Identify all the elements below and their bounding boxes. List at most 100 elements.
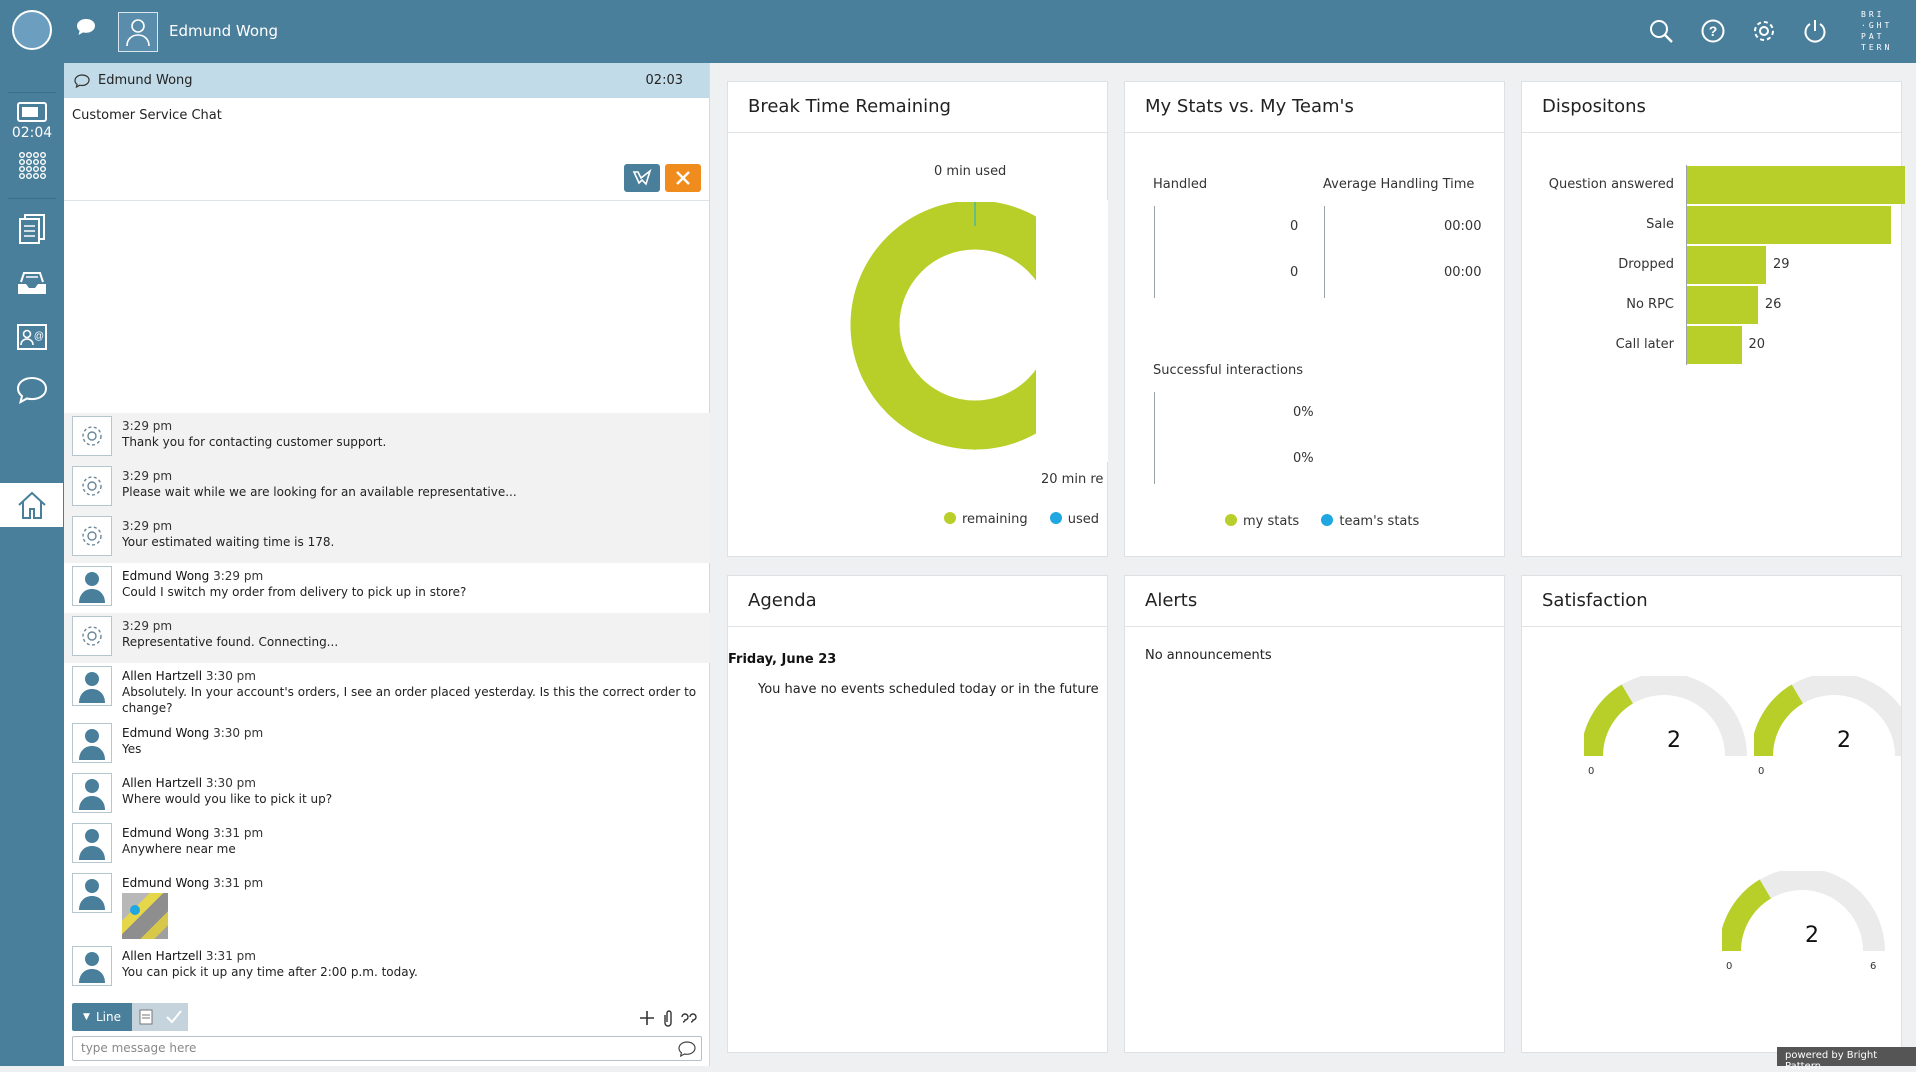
disposition-bar[interactable] bbox=[1687, 286, 1758, 324]
image-attachment-thumbnail[interactable] bbox=[122, 893, 168, 939]
screen-toggle-icon[interactable] bbox=[12, 92, 52, 132]
chat-interaction-panel: Edmund Wong 02:03 Customer Service Chat … bbox=[64, 63, 710, 1066]
top-bar: Edmund Wong ? BRI ·GHT PAT TERN bbox=[0, 0, 1916, 63]
legend-used: used bbox=[1067, 512, 1100, 527]
message-time: 3:29 pm bbox=[122, 619, 173, 633]
home-button[interactable] bbox=[0, 483, 63, 527]
message-body: Edmund Wong 3:31 pm bbox=[122, 873, 263, 939]
message-meta: 3:29 pm bbox=[122, 618, 338, 634]
agent-status-indicator[interactable] bbox=[12, 10, 52, 50]
agent-avatar bbox=[118, 12, 158, 52]
message-body: Allen Hartzell 3:30 pm Absolutely. In you… bbox=[122, 666, 702, 716]
power-icon[interactable] bbox=[1802, 18, 1828, 44]
message-time: 3:31 pm bbox=[213, 876, 264, 890]
transfer-button[interactable] bbox=[624, 164, 660, 192]
message-time: 3:29 pm bbox=[122, 419, 173, 433]
system-message: 3:29 pm Thank you for contacting customer… bbox=[64, 413, 710, 463]
dialpad-icon[interactable] bbox=[12, 145, 52, 185]
message-meta: Allen Hartzell 3:30 pm bbox=[122, 668, 702, 684]
powered-by-footer: powered by Bright Pattern bbox=[1777, 1047, 1916, 1072]
system-gear-icon bbox=[72, 616, 112, 656]
agenda-message: You have no events scheduled today or in… bbox=[758, 682, 1099, 697]
category-label: Dropped bbox=[1618, 257, 1674, 272]
message-time: 3:29 pm bbox=[213, 569, 264, 583]
settings-gear-icon[interactable] bbox=[1751, 18, 1777, 44]
message-meta: Allen Hartzell 3:30 pm bbox=[122, 775, 332, 791]
system-gear-icon bbox=[72, 416, 112, 456]
message-text: You can pick it up any time after 2:00 p… bbox=[122, 965, 418, 979]
message-input[interactable]: type message here bbox=[72, 1036, 702, 1061]
legend-remaining: remaining bbox=[962, 512, 1028, 527]
chat-header[interactable]: Edmund Wong 02:03 bbox=[64, 63, 709, 98]
close-icon bbox=[676, 171, 690, 185]
line-dropdown-button[interactable]: ▼ Line bbox=[72, 1003, 132, 1031]
rail-divider bbox=[8, 198, 56, 199]
help-icon[interactable]: ? bbox=[1700, 18, 1726, 44]
message-text: Representative found. Connecting... bbox=[122, 635, 339, 649]
message-author: Allen Hartzell bbox=[122, 949, 203, 963]
message-author: Edmund Wong bbox=[122, 876, 210, 890]
success-team-value: 0% bbox=[1293, 451, 1314, 466]
contact-directory-icon[interactable]: @ bbox=[12, 317, 52, 357]
message-body: 3:29 pm Thank you for contacting customer… bbox=[122, 416, 386, 459]
chat-subject-area: Customer Service Chat bbox=[64, 98, 709, 201]
message-body: Edmund Wong 3:29 pm Could I switch my ord… bbox=[122, 566, 466, 609]
documents-icon[interactable] bbox=[12, 209, 52, 249]
handled-team-value: 0 bbox=[1290, 265, 1299, 280]
complete-button[interactable] bbox=[160, 1003, 188, 1031]
bar-value-label: 26 bbox=[1764, 297, 1782, 312]
chat-toolbar: ▼ Line bbox=[72, 1003, 702, 1031]
legend-my-stats: my stats bbox=[1243, 514, 1300, 529]
message-meta: 3:29 pm bbox=[122, 418, 386, 434]
system-message: 3:29 pm Representative found. Connecting.… bbox=[64, 613, 710, 663]
gauge-min-label: 0 bbox=[1726, 961, 1733, 972]
gauge-fill bbox=[1718, 879, 1772, 952]
success-my-value: 0% bbox=[1293, 405, 1314, 420]
notes-button[interactable] bbox=[132, 1003, 160, 1031]
used-label: 0 min used bbox=[934, 164, 1007, 179]
disposition-bar[interactable] bbox=[1687, 206, 1892, 244]
legend-dot-team bbox=[1321, 514, 1334, 526]
chat-message: Allen Hartzell 3:30 pm Absolutely. In you… bbox=[64, 663, 710, 720]
search-icon[interactable] bbox=[1648, 18, 1674, 44]
legend-team-stats: team's stats bbox=[1339, 514, 1420, 529]
message-body: Edmund Wong 3:30 pm Yes bbox=[122, 723, 263, 766]
legend-dot-used bbox=[1049, 512, 1062, 524]
message-text: Your estimated waiting time is 178. bbox=[122, 535, 335, 549]
quote-icon[interactable] bbox=[681, 1011, 697, 1023]
message-author: Allen Hartzell bbox=[122, 669, 203, 683]
gauge-min-label: 0 bbox=[1588, 766, 1595, 777]
card-title: Satisfaction bbox=[1522, 576, 1901, 627]
alerts-card: Alerts No announcements bbox=[1124, 575, 1505, 1053]
message-text: Could I switch my order from delivery to… bbox=[122, 585, 467, 599]
message-author: Edmund Wong bbox=[122, 726, 210, 740]
chat-icon[interactable] bbox=[12, 370, 52, 410]
chat-message: Edmund Wong 3:29 pm Could I switch my ord… bbox=[64, 563, 710, 613]
end-chat-button[interactable] bbox=[665, 164, 701, 192]
disposition-bar[interactable] bbox=[1687, 246, 1767, 284]
plus-icon[interactable] bbox=[639, 1010, 655, 1026]
bar-value-label: 20 bbox=[1748, 337, 1766, 352]
disposition-bar[interactable] bbox=[1687, 326, 1742, 364]
system-gear-icon bbox=[72, 516, 112, 556]
message-text: Thank you for contacting customer suppor… bbox=[122, 435, 387, 449]
satisfaction-card: Satisfaction 2020206 bbox=[1521, 575, 1902, 1053]
inbox-tray-icon[interactable] bbox=[12, 263, 52, 303]
agenda-date: Friday, June 23 bbox=[728, 652, 837, 667]
chat-bubble-icon[interactable] bbox=[76, 18, 96, 36]
disposition-bar[interactable] bbox=[1687, 166, 1905, 204]
message-text: Yes bbox=[122, 742, 142, 756]
send-chat-icon[interactable] bbox=[678, 1041, 696, 1057]
message-text: Anywhere near me bbox=[122, 842, 236, 856]
aht-axis bbox=[1324, 206, 1325, 298]
checkmark-icon bbox=[166, 1010, 182, 1024]
gauge-fill bbox=[1750, 684, 1804, 757]
chat-subject: Customer Service Chat bbox=[72, 108, 222, 123]
stats-legend: my stats team's stats bbox=[1225, 514, 1419, 529]
person-avatar-icon bbox=[72, 823, 112, 863]
break-legend: remaining used bbox=[944, 512, 1099, 527]
attachment-icon[interactable] bbox=[662, 1009, 674, 1027]
bright-pattern-logo: BRI ·GHT PAT TERN bbox=[1861, 10, 1893, 52]
chat-contact-name: Edmund Wong bbox=[98, 73, 193, 88]
message-body: 3:29 pm Representative found. Connecting.… bbox=[122, 616, 338, 659]
